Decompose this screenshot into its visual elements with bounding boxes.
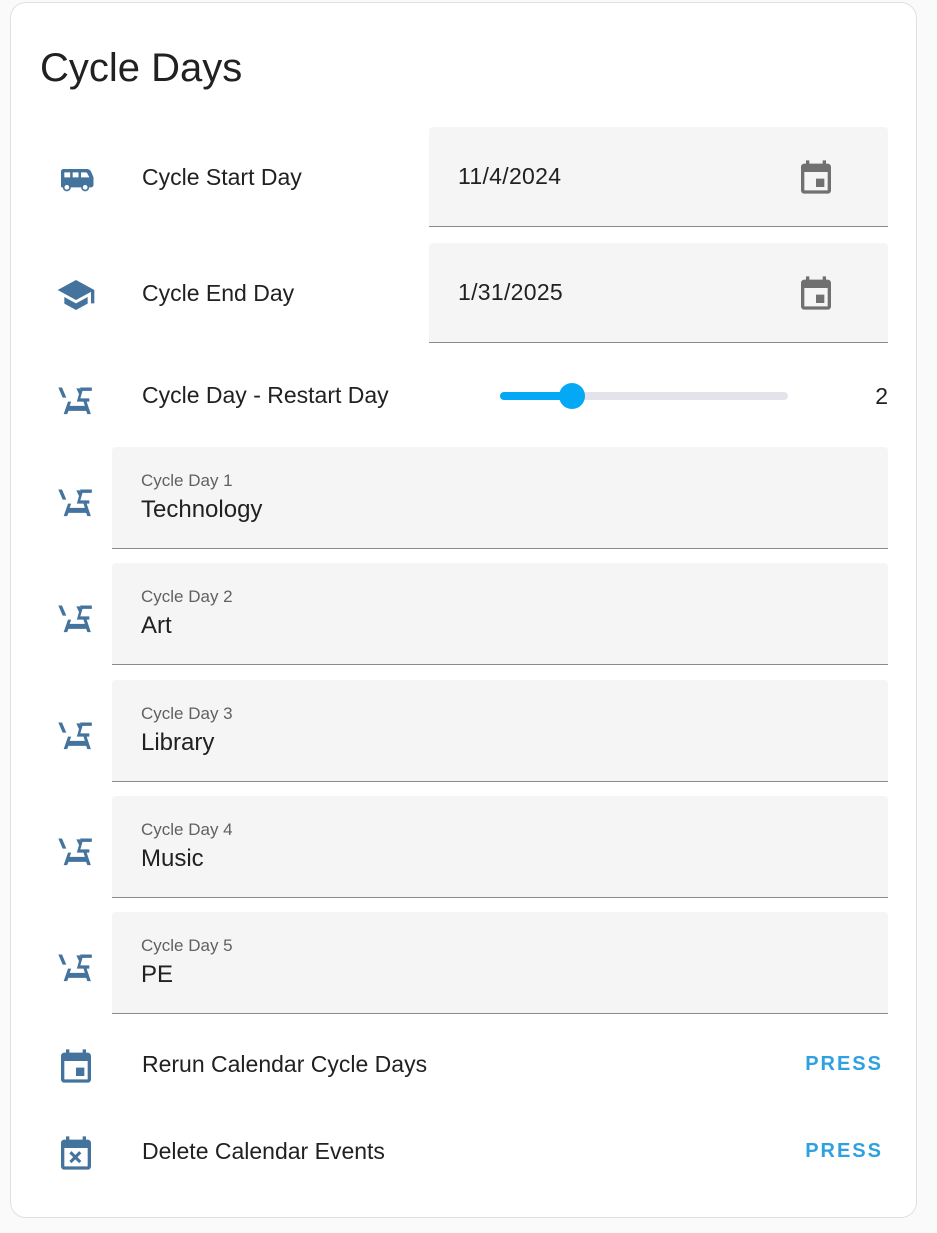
cycle-day-2-value: Art <box>141 612 172 639</box>
cycle-start-day-value: 11/4/2024 <box>458 163 562 189</box>
cycle-day-4-text-field[interactable]: Cycle Day 4 Music <box>112 796 888 898</box>
restart-day-value: 2 <box>875 383 888 409</box>
slider-handle[interactable] <box>559 383 585 409</box>
cycle-day-restart-label: Cycle Day - Restart Day <box>142 382 389 408</box>
calendar-icon[interactable] <box>796 157 836 197</box>
school-desk-icon <box>52 827 100 875</box>
cycle-day-4-label: Cycle Day 4 <box>141 820 233 839</box>
school-desk-icon <box>52 376 100 424</box>
cycle-day-3-label: Cycle Day 3 <box>141 704 233 723</box>
cycle-day-5-label: Cycle Day 5 <box>141 936 233 955</box>
cycle-end-day-value: 1/31/2025 <box>458 279 564 305</box>
cycle-day-1-value: Technology <box>141 496 263 523</box>
cycle-day-3-value: Library <box>141 729 215 756</box>
cycle-day-1-label: Cycle Day 1 <box>141 471 233 490</box>
cycle-day-4-value: Music <box>141 845 204 872</box>
cycle-end-day-date-field[interactable]: 1/31/2025 <box>429 243 888 343</box>
delete-press-button[interactable]: PRESS <box>805 1140 883 1163</box>
cycle-start-day-label: Cycle Start Day <box>142 164 302 190</box>
cycle-day-2-text-field[interactable]: Cycle Day 2 Art <box>112 563 888 665</box>
card-title: Cycle Days <box>40 46 243 90</box>
cycle-day-3-text-field[interactable]: Cycle Day 3 Library <box>112 680 888 782</box>
restart-day-slider[interactable] <box>500 383 788 409</box>
cycle-start-day-date-field[interactable]: 11/4/2024 <box>429 127 888 227</box>
rerun-calendar-label: Rerun Calendar Cycle Days <box>142 1051 428 1077</box>
cycle-day-1-text-field[interactable]: Cycle Day 1 Technology <box>112 447 888 549</box>
bus-icon <box>52 155 100 203</box>
school-desk-icon <box>52 478 100 526</box>
graduation-cap-icon <box>52 271 100 319</box>
delete-calendar-label: Delete Calendar Events <box>142 1138 385 1164</box>
cycle-end-day-label: Cycle End Day <box>142 280 295 306</box>
cycle-day-5-value: PE <box>141 961 174 988</box>
cycle-day-2-label: Cycle Day 2 <box>141 587 233 606</box>
cycle-day-5-text-field[interactable]: Cycle Day 5 PE <box>112 912 888 1014</box>
calendar-icon[interactable] <box>796 273 836 313</box>
school-desk-icon <box>52 943 100 991</box>
calendar-remove-icon <box>52 1129 100 1177</box>
rerun-press-button[interactable]: PRESS <box>805 1053 883 1076</box>
calendar-icon <box>52 1042 100 1090</box>
school-desk-icon <box>52 594 100 642</box>
school-desk-icon <box>52 711 100 759</box>
